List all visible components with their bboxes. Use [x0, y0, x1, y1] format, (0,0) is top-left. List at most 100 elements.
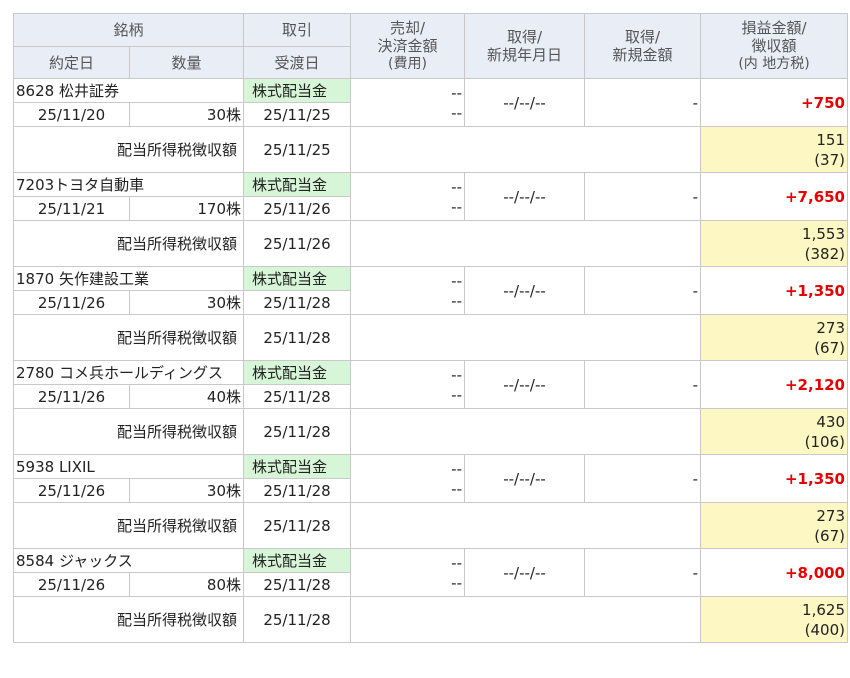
tax-row: 配当所得税徴収額 25/11/28 273 (67): [13, 502, 848, 549]
header-shutoku-amount-line1: 取得/: [624, 28, 661, 46]
tax-local-value: (400): [804, 620, 845, 639]
tax-amount: 273 (67): [700, 502, 848, 549]
sale-amount: -- --: [350, 548, 465, 597]
sale-amount: -- --: [350, 454, 465, 503]
dividend-history-table: 銘柄 取引 売却/ 決済金額 (費用) 取得/ 新規年月日 取得/ 新規金額 損…: [13, 13, 848, 643]
tax-date: 25/11/28: [243, 314, 351, 361]
trade-date: 25/11/20: [13, 102, 130, 127]
header-meigara: 銘柄: [13, 13, 244, 47]
profit-amount: +8,000: [700, 548, 848, 597]
sale-amount: -- --: [350, 360, 465, 409]
tax-date: 25/11/28: [243, 408, 351, 455]
tax-label: 配当所得税徴収額: [13, 596, 244, 643]
profit-amount: +7,650: [700, 172, 848, 221]
stock-name: 1870 矢作建設工業: [13, 266, 244, 291]
acquire-amount: -: [584, 548, 701, 597]
trade-kind-badge: 株式配当金: [243, 78, 351, 103]
quantity: 30株: [129, 478, 244, 503]
header-pl: 損益金額/ 徴収額 (内 地方税): [700, 13, 848, 79]
stock-row: 2780 コメ兵ホールディングス 株式配当金 -- -- --/--/-- - +2,120: [13, 360, 848, 409]
tax-date: 25/11/28: [243, 502, 351, 549]
trade-date: 25/11/21: [13, 196, 130, 221]
tax-local-value: (67): [814, 338, 845, 357]
header-shutoku-date: 取得/ 新規年月日: [464, 13, 585, 79]
stock-row: 8584 ジャックス 株式配当金 -- -- --/--/-- - +8,000: [13, 548, 848, 597]
quantity: 40株: [129, 384, 244, 409]
header-yakujo: 約定日: [13, 46, 130, 79]
header-pl-line1: 損益金額/: [741, 19, 807, 37]
tax-local-value: (67): [814, 526, 845, 545]
sale-cost-value: --: [451, 197, 462, 216]
settle-date: 25/11/25: [243, 102, 351, 127]
trade-kind-badge: 株式配当金: [243, 266, 351, 291]
quantity: 30株: [129, 102, 244, 127]
stock-row: 8628 松井証券 株式配当金 -- -- --/--/-- - +750: [13, 78, 848, 127]
acquire-amount: -: [584, 454, 701, 503]
header-baikyaku-line2: 決済金額: [377, 37, 438, 55]
header-shutoku-date-line2: 新規年月日: [486, 46, 562, 64]
stock-name: 5938 LIXIL: [13, 454, 244, 479]
trade-date: 25/11/26: [13, 384, 130, 409]
sale-amount-value: --: [451, 177, 462, 196]
acquire-date: --/--/--: [464, 548, 585, 597]
sale-amount-value: --: [451, 365, 462, 384]
tax-amount-value: 273: [816, 318, 845, 337]
tax-amount: 430 (106): [700, 408, 848, 455]
tax-amount-value: 1,553: [802, 224, 845, 243]
profit-amount: +2,120: [700, 360, 848, 409]
trade-date: 25/11/26: [13, 478, 130, 503]
tax-amount: 1,553 (382): [700, 220, 848, 267]
settle-date: 25/11/28: [243, 478, 351, 503]
tax-label: 配当所得税徴収額: [13, 126, 244, 173]
stock-row: 1870 矢作建設工業 株式配当金 -- -- --/--/-- - +1,350: [13, 266, 848, 315]
settle-date: 25/11/28: [243, 572, 351, 597]
tax-amount: 151 (37): [700, 126, 848, 173]
sale-amount: -- --: [350, 266, 465, 315]
profit-amount: +1,350: [700, 454, 848, 503]
tax-local-value: (382): [804, 244, 845, 263]
tax-amount: 273 (67): [700, 314, 848, 361]
settle-date: 25/11/26: [243, 196, 351, 221]
acquire-amount: -: [584, 172, 701, 221]
trade-kind-badge: 株式配当金: [243, 172, 351, 197]
sale-cost-value: --: [451, 385, 462, 404]
tax-label: 配当所得税徴収額: [13, 502, 244, 549]
stock-name: 8584 ジャックス: [13, 548, 244, 573]
tax-empty: [350, 408, 701, 455]
tax-row: 配当所得税徴収額 25/11/28 273 (67): [13, 314, 848, 361]
sale-amount-value: --: [451, 459, 462, 478]
header-suryo: 数量: [129, 46, 244, 79]
acquire-date: --/--/--: [464, 266, 585, 315]
header-shutoku-amount: 取得/ 新規金額: [584, 13, 701, 79]
tax-empty: [350, 596, 701, 643]
tax-amount-value: 430: [816, 412, 845, 431]
quantity: 30株: [129, 290, 244, 315]
trade-date: 25/11/26: [13, 572, 130, 597]
settle-date: 25/11/28: [243, 290, 351, 315]
tax-row: 配当所得税徴収額 25/11/26 1,553 (382): [13, 220, 848, 267]
sale-amount-value: --: [451, 553, 462, 572]
quantity: 170株: [129, 196, 244, 221]
quantity: 80株: [129, 572, 244, 597]
sale-amount: -- --: [350, 172, 465, 221]
trade-date: 25/11/26: [13, 290, 130, 315]
tax-empty: [350, 502, 701, 549]
settle-date: 25/11/28: [243, 384, 351, 409]
header-torihiki: 取引: [243, 13, 351, 47]
tax-empty: [350, 220, 701, 267]
sale-amount-value: --: [451, 83, 462, 102]
tax-label: 配当所得税徴収額: [13, 314, 244, 361]
tax-row: 配当所得税徴収額 25/11/28 1,625 (400): [13, 596, 848, 643]
header-baikyaku: 売却/ 決済金額 (費用): [350, 13, 465, 79]
acquire-amount: -: [584, 266, 701, 315]
trade-kind-badge: 株式配当金: [243, 548, 351, 573]
sale-cost-value: --: [451, 291, 462, 310]
trade-kind-badge: 株式配当金: [243, 360, 351, 385]
tax-local-value: (37): [814, 150, 845, 169]
profit-amount: +1,350: [700, 266, 848, 315]
header-shutoku-date-line1: 取得/: [506, 28, 543, 46]
trade-kind-badge: 株式配当金: [243, 454, 351, 479]
acquire-date: --/--/--: [464, 360, 585, 409]
header-baikyaku-line1: 売却/: [389, 19, 426, 37]
header-baikyaku-line3: (費用): [388, 56, 427, 72]
